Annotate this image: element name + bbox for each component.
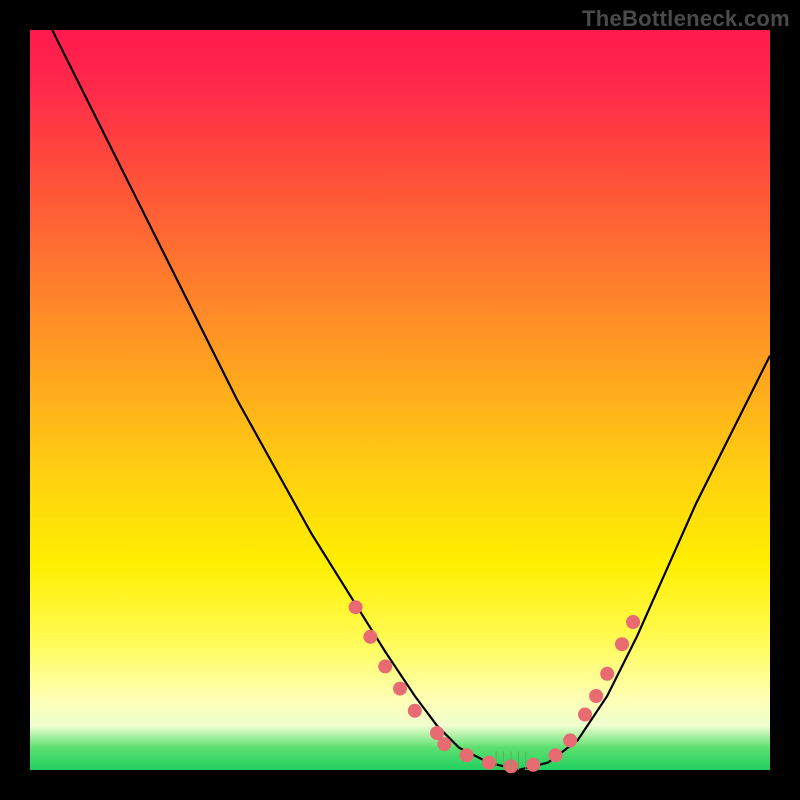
highlight-dot <box>526 758 540 772</box>
highlight-dot <box>548 748 562 762</box>
highlight-dot <box>600 667 614 681</box>
highlight-dots-group <box>349 600 640 773</box>
chart-svg <box>30 30 770 770</box>
highlight-dot <box>363 630 377 644</box>
bottleneck-curve-line <box>52 30 770 770</box>
highlight-dot <box>589 689 603 703</box>
highlight-dot <box>378 659 392 673</box>
highlight-dot <box>482 756 496 770</box>
highlight-dot <box>626 615 640 629</box>
highlight-dot <box>615 637 629 651</box>
highlight-dot <box>393 682 407 696</box>
curve-group <box>52 30 770 770</box>
highlight-dot <box>349 600 363 614</box>
highlight-dot <box>563 733 577 747</box>
watermark-text: TheBottleneck.com <box>582 6 790 32</box>
highlight-dot <box>460 748 474 762</box>
highlight-dot <box>408 704 422 718</box>
minimum-ticks <box>496 752 526 771</box>
highlight-dot <box>437 737 451 751</box>
highlight-dot <box>578 708 592 722</box>
